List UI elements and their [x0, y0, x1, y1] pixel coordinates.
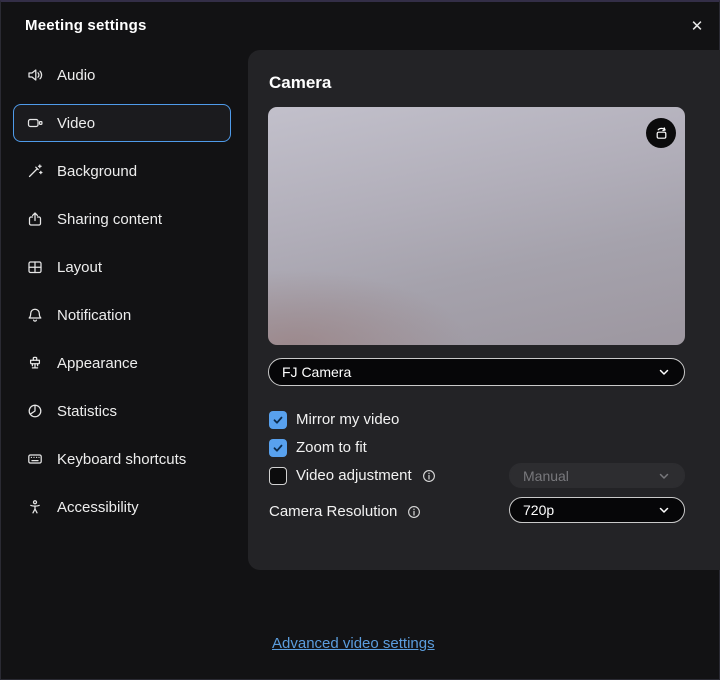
keyboard-icon: [26, 450, 44, 468]
camera-resolution-value: 720p: [523, 502, 554, 518]
meeting-settings-dialog: Meeting settings ✕ Audio Video: [0, 0, 720, 680]
video-adjustment-row: Video adjustment: [269, 466, 436, 485]
mirror-video-label: Mirror my video: [296, 411, 399, 428]
layout-grid-icon: [26, 258, 44, 276]
video-adjustment-info-icon[interactable]: [422, 469, 436, 483]
sidebar-item-label: Sharing content: [57, 211, 162, 228]
bell-icon: [26, 306, 44, 324]
sidebar-item-layout[interactable]: Layout: [13, 248, 231, 286]
sidebar-item-video[interactable]: Video: [13, 104, 231, 142]
camera-resolution-info-icon[interactable]: [407, 505, 421, 519]
advanced-video-settings-link[interactable]: Advanced video settings: [272, 635, 435, 652]
close-icon: ✕: [691, 19, 704, 34]
paintbrush-icon: [26, 354, 44, 372]
flip-camera-icon: [653, 125, 670, 142]
camera-preview: [268, 107, 685, 345]
video-settings-panel: Camera FJ Camera Mirror my vi: [248, 50, 720, 570]
camera-resolution-label: Camera Resolution: [269, 503, 397, 520]
pie-chart-icon: [26, 402, 44, 420]
sidebar-item-label: Video: [57, 115, 95, 132]
speaker-icon: [26, 66, 44, 84]
sidebar-item-label: Statistics: [57, 403, 117, 420]
sidebar-item-label: Keyboard shortcuts: [57, 451, 186, 468]
mirror-video-row: Mirror my video: [269, 410, 399, 429]
chevron-down-icon: [657, 469, 671, 483]
settings-sidebar: Audio Video Background Sharing cont: [13, 56, 231, 536]
sidebar-item-accessibility[interactable]: Accessibility: [13, 488, 231, 526]
camera-resolution-select[interactable]: 720p: [509, 497, 685, 523]
zoom-to-fit-label: Zoom to fit: [296, 439, 367, 456]
video-adjustment-checkbox[interactable]: [269, 467, 287, 485]
sidebar-item-label: Accessibility: [57, 499, 139, 516]
check-icon: [272, 442, 284, 454]
sidebar-item-label: Notification: [57, 307, 131, 324]
sidebar-item-notification[interactable]: Notification: [13, 296, 231, 334]
sidebar-item-label: Appearance: [57, 355, 138, 372]
video-camera-icon: [26, 114, 44, 132]
zoom-to-fit-row: Zoom to fit: [269, 438, 367, 457]
camera-device-value: FJ Camera: [282, 364, 351, 380]
video-adjustment-label: Video adjustment: [296, 467, 412, 484]
video-adjustment-mode-value: Manual: [523, 468, 569, 484]
share-icon: [26, 210, 44, 228]
chevron-down-icon: [657, 503, 671, 517]
panel-heading: Camera: [269, 73, 331, 93]
magic-wand-icon: [26, 162, 44, 180]
close-button[interactable]: ✕: [685, 14, 709, 38]
dialog-title: Meeting settings: [25, 17, 147, 34]
zoom-to-fit-checkbox[interactable]: [269, 439, 287, 457]
sidebar-item-appearance[interactable]: Appearance: [13, 344, 231, 382]
sidebar-item-statistics[interactable]: Statistics: [13, 392, 231, 430]
video-adjustment-mode-select: Manual: [509, 463, 685, 488]
camera-resolution-row: Camera Resolution: [269, 502, 421, 521]
sidebar-item-label: Audio: [57, 67, 95, 84]
sidebar-item-keyboard-shortcuts[interactable]: Keyboard shortcuts: [13, 440, 231, 478]
camera-device-select[interactable]: FJ Camera: [268, 358, 685, 386]
mirror-video-checkbox[interactable]: [269, 411, 287, 429]
flip-camera-button[interactable]: [646, 118, 676, 148]
sidebar-item-sharing-content[interactable]: Sharing content: [13, 200, 231, 238]
sidebar-item-audio[interactable]: Audio: [13, 56, 231, 94]
chevron-down-icon: [657, 365, 671, 379]
sidebar-item-label: Background: [57, 163, 137, 180]
sidebar-item-label: Layout: [57, 259, 102, 276]
sidebar-item-background[interactable]: Background: [13, 152, 231, 190]
check-icon: [272, 414, 284, 426]
accessibility-icon: [26, 498, 44, 516]
